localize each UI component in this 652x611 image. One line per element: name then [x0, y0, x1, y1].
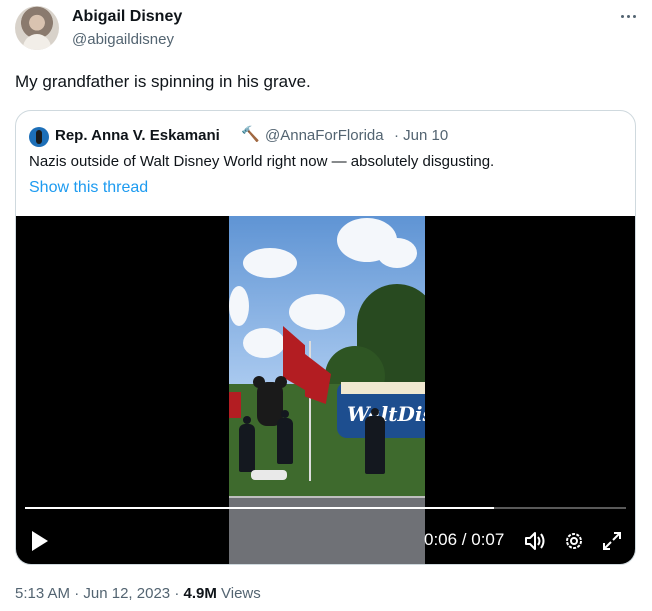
quoted-author-handle[interactable]: @AnnaForFlorida — [265, 127, 384, 144]
settings-icon[interactable] — [563, 530, 585, 552]
show-thread-link[interactable]: Show this thread — [29, 179, 148, 197]
volume-icon[interactable] — [524, 530, 546, 552]
tweet-time[interactable]: 5:13 AM — [15, 585, 70, 602]
quoted-author-name[interactable]: Rep. Anna V. Eskamani — [55, 127, 220, 144]
fullscreen-icon[interactable] — [601, 530, 623, 552]
tweet-text: My grandfather is spinning in his grave. — [15, 72, 311, 91]
more-options-icon[interactable] — [612, 4, 644, 28]
play-icon[interactable] — [30, 530, 50, 552]
video-frame: WaltDisne — [229, 216, 425, 564]
video-progress-bar[interactable] — [25, 507, 626, 509]
meta-separator-2: · — [174, 585, 180, 602]
author-name[interactable]: Abigail Disney — [72, 8, 182, 26]
hammer-emoji: 🔨 — [241, 126, 260, 143]
quoted-author-avatar[interactable] — [29, 127, 49, 147]
quoted-text: Nazis outside of Walt Disney World right… — [29, 153, 495, 170]
video-player[interactable]: WaltDisne 0:06 / 0:07 — [16, 216, 635, 564]
quoted-tweet[interactable]: Rep. Anna V. Eskamani 🔨 @AnnaForFlorida … — [15, 110, 636, 565]
video-time: 0:06 / 0:07 — [424, 530, 505, 549]
quoted-date[interactable]: · Jun 10 — [394, 127, 448, 144]
video-progress-fill — [25, 507, 494, 509]
author-avatar[interactable] — [15, 6, 59, 50]
tweet-meta: 5:13 AM · Jun 12, 2023 · 4.9M Views — [15, 585, 261, 602]
tweet-date[interactable]: Jun 12, 2023 — [83, 585, 170, 602]
views-label: Views — [221, 585, 261, 602]
meta-separator: · — [74, 585, 80, 602]
author-handle[interactable]: @abigaildisney — [72, 31, 174, 48]
views-count: 4.9M — [183, 585, 217, 602]
